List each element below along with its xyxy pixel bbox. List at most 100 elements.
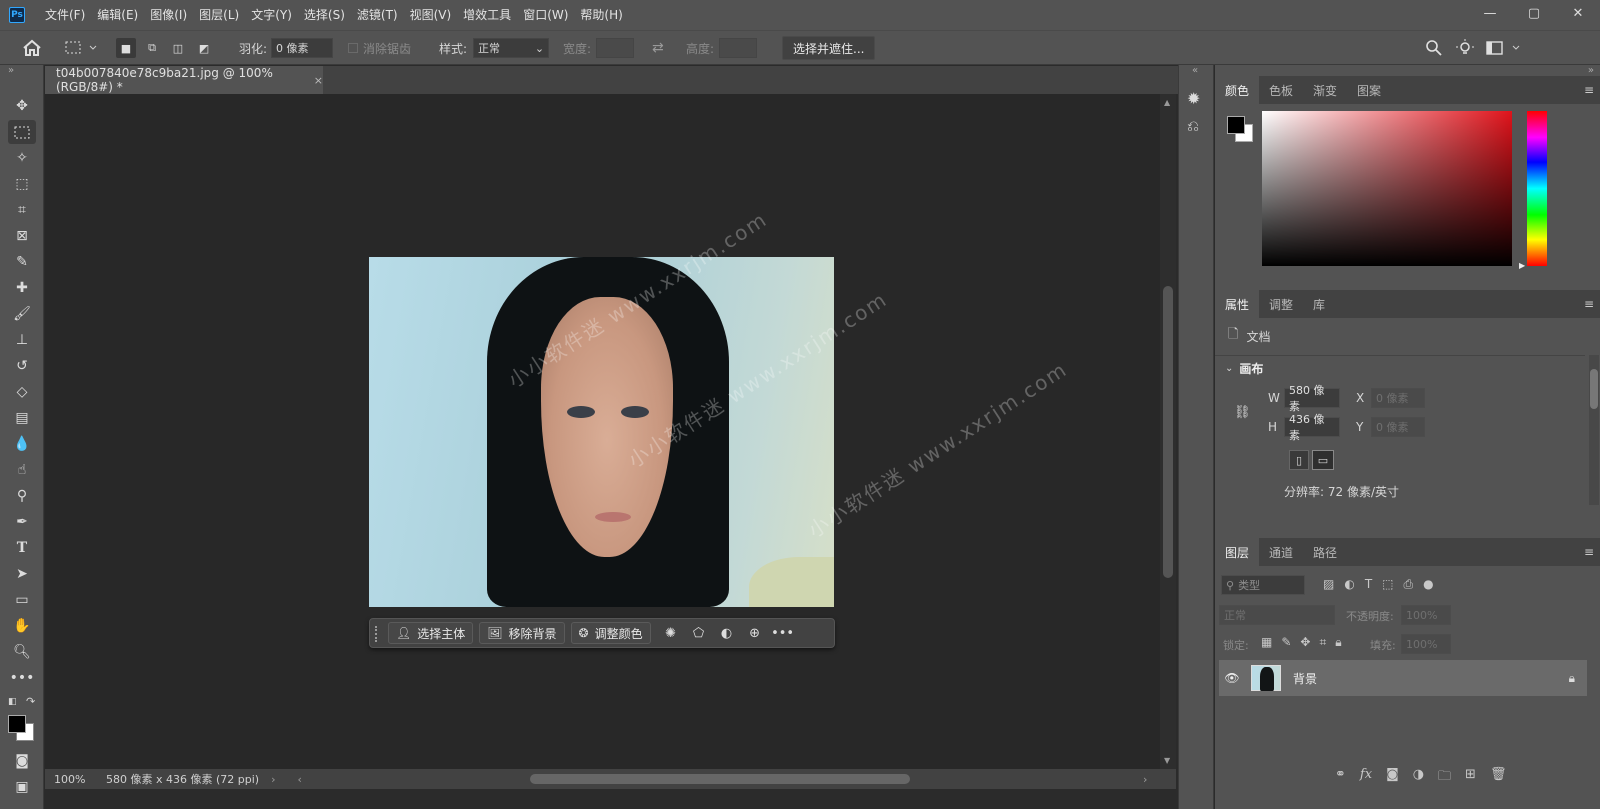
healing-brush-tool-icon[interactable]: ✚ [8, 276, 36, 300]
maximize-icon[interactable]: ▢ [1512, 0, 1556, 26]
eraser-tool-icon[interactable]: ◇ [8, 380, 36, 404]
remove-background-button[interactable]: 🖼︎ 移除背景 [479, 622, 565, 644]
layer-lock-icon[interactable]: 🔒︎ [1569, 671, 1575, 686]
landscape-orientation-icon[interactable]: ▭ [1312, 450, 1334, 470]
delete-layer-icon[interactable]: 🗑︎ [1490, 767, 1507, 789]
rect-marquee-tool-icon[interactable] [8, 120, 36, 144]
rectangle-tool-icon[interactable]: ▭ [8, 588, 36, 612]
add-style-icon[interactable]: fx [1360, 767, 1372, 789]
menu-filter[interactable]: 滤镜(T) [351, 0, 404, 30]
smudge-tool-icon[interactable]: ☝ [8, 458, 36, 482]
new-adjustment-icon[interactable]: ⊕ [741, 626, 769, 641]
lock-all-icon[interactable]: 🔒︎ [1335, 635, 1341, 650]
filter-adjustment-icon[interactable]: ◐ [1344, 577, 1354, 592]
style-select[interactable]: 正常 ⌄ [473, 38, 550, 58]
lock-position-icon[interactable]: ✥ [1300, 635, 1310, 650]
canvas-height-input[interactable]: 436 像素 [1284, 413, 1340, 442]
link-layers-icon[interactable]: ⚭ [1335, 767, 1346, 789]
new-adjustment-layer-icon[interactable]: ◑ [1413, 767, 1424, 789]
drag-handle[interactable] [375, 626, 378, 642]
y-input[interactable]: 0 像素 [1371, 417, 1425, 437]
width-input[interactable] [596, 38, 635, 58]
workspace-icon[interactable] [1486, 31, 1522, 65]
adjust-color-button[interactable]: ❂ 调整颜色 [570, 622, 651, 644]
menu-window[interactable]: 窗口(W) [517, 0, 574, 30]
menu-image[interactable]: 图像(I) [144, 0, 193, 30]
feather-input[interactable]: 0 像素 [271, 38, 334, 58]
x-input[interactable]: 0 像素 [1371, 388, 1425, 408]
frame-tool-icon[interactable]: ⊠ [8, 224, 36, 248]
panel-menu-icon[interactable]: ≡ [1584, 545, 1594, 559]
lock-pixels-icon[interactable]: ✎ [1281, 635, 1291, 650]
dodge-tool-icon[interactable]: ⚲ [8, 484, 36, 508]
history-brush-tool-icon[interactable]: ↺ [8, 354, 36, 378]
hue-slider-pointer-icon[interactable]: ▶ [1519, 261, 1525, 270]
collapse-right-dock-icon[interactable]: » [1588, 65, 1594, 76]
scroll-down-icon[interactable]: ▼ [1164, 756, 1170, 765]
more-options-icon[interactable]: ••• [769, 626, 797, 641]
object-select-tool-icon[interactable]: ✧ [8, 146, 36, 170]
fg-color-swatch[interactable] [1227, 116, 1245, 134]
tab-adjustments[interactable]: 调整 [1259, 290, 1303, 318]
tab-gradients[interactable]: 渐变 [1303, 76, 1347, 104]
eyedropper-tool-icon[interactable]: ✎ [8, 250, 36, 274]
quick-mask-icon[interactable]: ◙ [8, 749, 36, 773]
vertical-scrollbar[interactable]: ▲ ▼ [1160, 94, 1176, 769]
height-input[interactable] [719, 38, 758, 58]
properties-scroll-thumb[interactable] [1590, 369, 1598, 409]
visibility-eye-icon[interactable]: 👁︎ [1219, 671, 1245, 685]
add-mask-icon[interactable]: ◙ [1386, 767, 1399, 789]
scroll-up-icon[interactable]: ▲ [1164, 98, 1170, 107]
frame-select-tool-icon[interactable]: ⬚ [8, 172, 36, 196]
filter-toggle-icon[interactable]: ● [1423, 577, 1433, 592]
history-icon[interactable]: ⎌ [1187, 117, 1199, 135]
vertical-scroll-thumb[interactable] [1163, 286, 1173, 578]
marquee-preset-icon[interactable] [64, 31, 98, 65]
gradient-tool-icon[interactable]: ▤ [8, 406, 36, 430]
intersect-selection-icon[interactable]: ◩ [194, 38, 214, 58]
blur-tool-icon[interactable]: 💧 [8, 432, 36, 456]
blend-mode-select[interactable]: 正常 [1219, 605, 1335, 625]
tab-properties[interactable]: 属性 [1215, 290, 1260, 318]
path-select-tool-icon[interactable]: ➤ [8, 562, 36, 586]
panel-menu-icon[interactable]: ≡ [1584, 83, 1594, 97]
search-icon[interactable] [1425, 31, 1443, 65]
foreground-color-swatch[interactable] [8, 715, 26, 733]
filter-shape-icon[interactable]: ⬚ [1382, 577, 1393, 592]
fill-input[interactable]: 100% [1401, 634, 1451, 654]
link-dimensions-icon[interactable]: ⛓ [1234, 405, 1251, 420]
layer-filter-select[interactable]: ⚲ 类型 [1221, 575, 1305, 595]
contrast-icon[interactable]: ◐ [713, 626, 741, 641]
tab-patterns[interactable]: 图案 [1347, 76, 1391, 104]
color-field[interactable] [1262, 111, 1512, 266]
tab-color[interactable]: 颜色 [1215, 76, 1260, 104]
crop-tool-icon[interactable]: ⌗ [8, 198, 36, 222]
add-selection-icon[interactable]: ⧉ [142, 38, 162, 58]
filter-type-icon[interactable]: T [1365, 577, 1372, 592]
menu-layer[interactable]: 图层(L) [193, 0, 245, 30]
canvas-area[interactable]: 小小软件迷 www.xxrjm.com 小小软件迷 www.xxrjm.com … [45, 94, 1160, 769]
brush-tool-icon[interactable]: 🖌 [8, 302, 36, 326]
screen-mode-icon[interactable]: ▣ [8, 775, 36, 799]
minimize-icon[interactable]: — [1468, 0, 1512, 26]
menu-edit[interactable]: 编辑(E) [91, 0, 144, 30]
clone-stamp-tool-icon[interactable]: ⊥ [8, 328, 36, 352]
discover-lightbulb-icon[interactable] [1456, 31, 1474, 65]
collapse-tools-icon[interactable]: » [8, 65, 14, 76]
transform-icon[interactable]: ⬠ [685, 626, 713, 641]
home-icon[interactable] [22, 31, 42, 65]
new-group-icon[interactable]: 🗀 [1438, 767, 1451, 789]
select-subject-button[interactable]: 👤︎ 选择主体 [388, 622, 474, 644]
lock-artboard-icon[interactable]: ⌗ [1319, 635, 1326, 650]
lock-transparent-icon[interactable]: ▦ [1261, 635, 1272, 650]
filter-smart-object-icon[interactable]: ⎙ [1404, 577, 1414, 592]
filter-pixel-icon[interactable]: ▨ [1323, 577, 1334, 592]
magic-select-icon[interactable]: ✺ [657, 626, 685, 641]
panel-menu-icon[interactable]: ≡ [1584, 297, 1594, 311]
menu-file[interactable]: 文件(F) [39, 0, 91, 30]
tab-swatches[interactable]: 色板 [1259, 76, 1303, 104]
menu-view[interactable]: 视图(V) [404, 0, 458, 30]
swap-icon[interactable]: ⇄ [652, 31, 664, 65]
menu-type[interactable]: 文字(Y) [245, 0, 298, 30]
subtract-selection-icon[interactable]: ◫ [168, 38, 188, 58]
